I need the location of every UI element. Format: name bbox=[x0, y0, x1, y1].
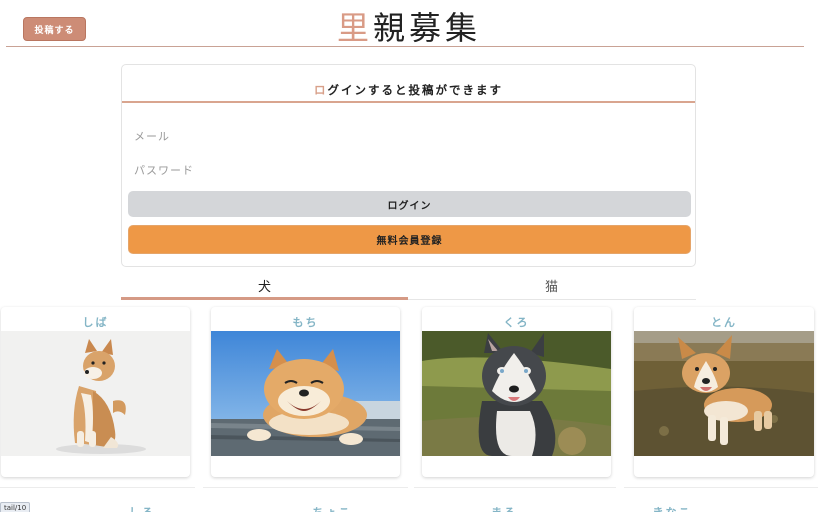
header-divider bbox=[6, 46, 804, 47]
pet-name: くろ bbox=[503, 316, 530, 329]
login-title-rest: グインすると投稿ができます bbox=[327, 83, 503, 97]
pet-card-mochi[interactable]: もち bbox=[211, 307, 400, 477]
pet-name: もち bbox=[292, 316, 319, 329]
row2-card-top bbox=[203, 487, 408, 488]
pet-card-shiba[interactable]: しば bbox=[1, 307, 190, 477]
row2-card-top bbox=[414, 487, 616, 488]
husky-photo bbox=[422, 331, 611, 456]
pet-name: しば bbox=[82, 316, 109, 329]
login-button[interactable]: ログイン bbox=[128, 191, 691, 217]
site-title-rest: 親募集 bbox=[373, 9, 482, 47]
login-title-first: ロ bbox=[314, 83, 328, 97]
row2-card-top bbox=[0, 487, 195, 488]
register-button[interactable]: 無料会員登録 bbox=[128, 225, 691, 254]
password-field[interactable] bbox=[134, 158, 684, 182]
tab-active-indicator bbox=[121, 297, 408, 300]
status-tooltip: tail/10 bbox=[0, 502, 31, 512]
corgi-photo bbox=[634, 331, 814, 456]
login-card: ログインすると投稿ができます ログイン 無料会員登録 bbox=[121, 64, 696, 267]
pet-name[interactable]: しろ bbox=[82, 504, 202, 512]
tab-baseline bbox=[408, 299, 696, 300]
tab-cat[interactable]: 猫 bbox=[408, 270, 695, 300]
pet-name: とん bbox=[711, 316, 737, 329]
shiba-sitting-photo bbox=[1, 331, 190, 456]
pet-name[interactable]: ちょこ bbox=[272, 504, 392, 512]
pet-name[interactable]: きなこ bbox=[612, 504, 732, 512]
pet-card-ton[interactable]: とん bbox=[634, 307, 814, 477]
row2-card-top bbox=[624, 487, 818, 488]
smiling-shiba-photo bbox=[211, 331, 400, 456]
email-field[interactable] bbox=[134, 124, 684, 148]
page: 投稿する 里親募集 ログインすると投稿ができます ログイン 無料会員登録 犬 猫… bbox=[0, 0, 818, 512]
pet-card-kuro[interactable]: くろ bbox=[422, 307, 611, 477]
site-title: 里親募集 bbox=[0, 3, 818, 49]
tab-dog[interactable]: 犬 bbox=[121, 270, 408, 300]
pet-name[interactable]: まる bbox=[444, 504, 564, 512]
login-title: ログインすると投稿ができます bbox=[122, 82, 695, 98]
site-title-accent: 里 bbox=[336, 9, 373, 47]
login-title-rule bbox=[122, 101, 695, 103]
